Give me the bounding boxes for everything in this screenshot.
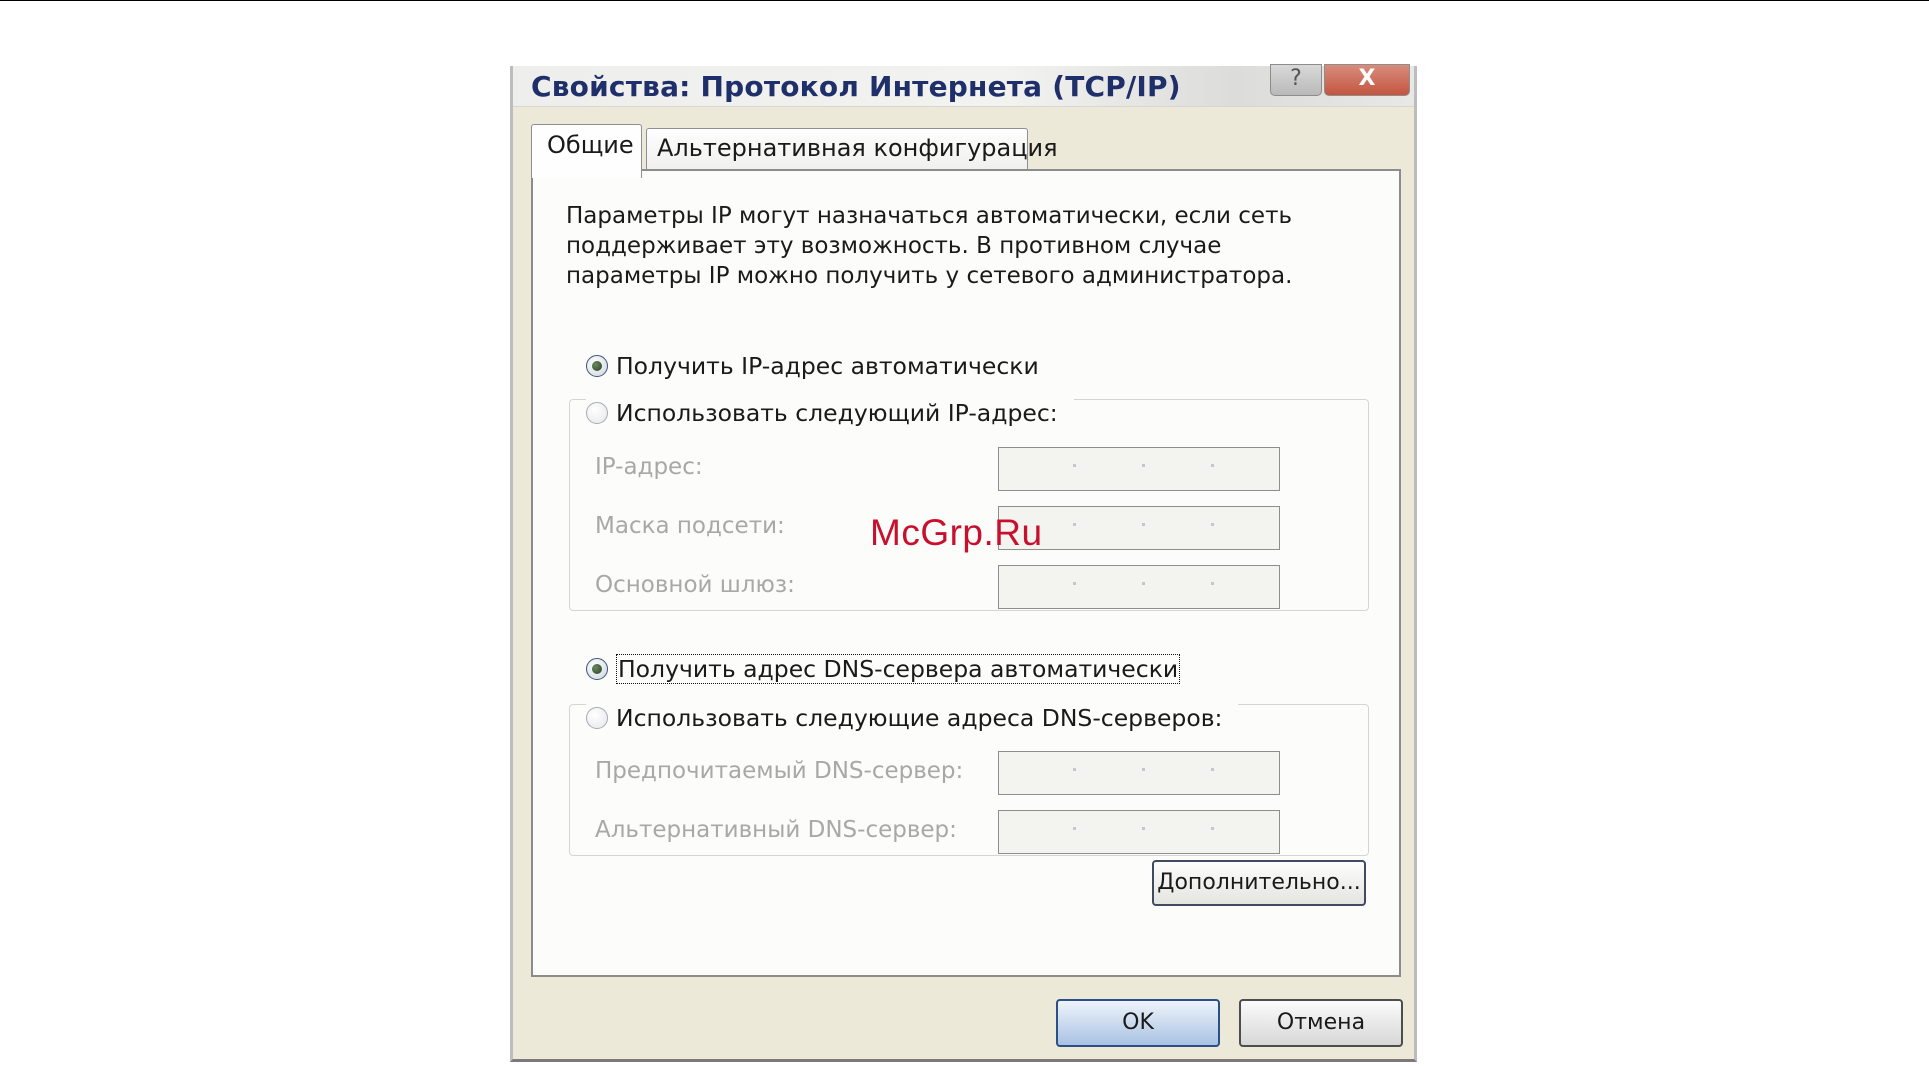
alternate-dns-label: Альтернативный DNS-сервер: — [595, 817, 957, 843]
dns-auto-label[interactable]: Получить адрес DNS-сервера автоматически — [616, 654, 1181, 684]
ok-button[interactable]: OK — [1056, 999, 1220, 1047]
ip-octet-separator — [1073, 582, 1076, 585]
ip-octet-separator — [1142, 523, 1145, 526]
dns-manual-option[interactable]: Использовать следующие адреса DNS-сервер… — [586, 704, 1239, 732]
ip-octet-separator — [1073, 464, 1076, 467]
subnet-mask-label: Маска подсети: — [595, 513, 785, 539]
question-mark-icon: ? — [1290, 66, 1302, 91]
ip-manual-radio[interactable] — [586, 402, 608, 424]
default-gateway-label: Основной шлюз: — [595, 572, 795, 598]
ip-octet-separator — [1211, 827, 1214, 830]
alternate-dns-field[interactable] — [998, 810, 1280, 854]
ip-octet-separator — [1142, 827, 1145, 830]
close-button[interactable]: X — [1324, 64, 1410, 96]
top-divider-line — [0, 0, 1929, 1]
title-bar[interactable]: Свойства: Протокол Интернета (TCP/IP) ? … — [513, 64, 1414, 107]
ip-octet-separator — [1211, 582, 1214, 585]
ip-manual-option[interactable]: Использовать следующий IP-адрес: — [586, 399, 1074, 427]
default-gateway-field[interactable] — [998, 565, 1280, 609]
ip-address-field[interactable] — [998, 447, 1280, 491]
window-title: Свойства: Протокол Интернета (TCP/IP) — [531, 70, 1181, 103]
ip-octet-separator — [1211, 768, 1214, 771]
tcpip-properties-dialog: Свойства: Протокол Интернета (TCP/IP) ? … — [510, 64, 1417, 1062]
close-icon: X — [1358, 66, 1376, 91]
dns-auto-radio[interactable] — [586, 658, 608, 680]
preferred-dns-field[interactable] — [998, 751, 1280, 795]
watermark-text: McGrp.Ru — [870, 512, 1043, 553]
ip-octet-separator — [1142, 768, 1145, 771]
ip-octet-separator — [1211, 464, 1214, 467]
ip-octet-separator — [1073, 827, 1076, 830]
ip-auto-option[interactable]: Получить IP-адрес автоматически — [586, 352, 1039, 380]
ip-octet-separator — [1073, 523, 1076, 526]
ip-octet-separator — [1142, 464, 1145, 467]
dns-auto-option[interactable]: Получить адрес DNS-сервера автоматически — [586, 654, 1181, 684]
ip-octet-separator — [1211, 523, 1214, 526]
ip-auto-label[interactable]: Получить IP-адрес автоматически — [616, 352, 1039, 380]
advanced-button[interactable]: Дополнительно... — [1152, 860, 1366, 906]
ip-address-label: IP-адрес: — [595, 454, 703, 480]
ip-octet-separator — [1073, 768, 1076, 771]
description-text: Параметры IP могут назначаться автоматич… — [566, 203, 1293, 289]
ip-manual-label[interactable]: Использовать следующий IP-адрес: — [616, 399, 1058, 427]
general-tab-panel: Параметры IP могут назначаться автоматич… — [531, 169, 1401, 977]
help-button[interactable]: ? — [1270, 64, 1322, 96]
preferred-dns-label: Предпочитаемый DNS-сервер: — [595, 758, 964, 784]
tab-general[interactable]: Общие — [531, 124, 642, 178]
tab-alternate-configuration[interactable]: Альтернативная конфигурация — [646, 128, 1058, 172]
ip-auto-radio[interactable] — [586, 355, 608, 377]
ip-octet-separator — [1142, 582, 1145, 585]
cancel-button[interactable]: Отмена — [1239, 999, 1403, 1047]
dns-manual-label[interactable]: Использовать следующие адреса DNS-сервер… — [616, 704, 1222, 732]
dns-manual-radio[interactable] — [586, 707, 608, 729]
